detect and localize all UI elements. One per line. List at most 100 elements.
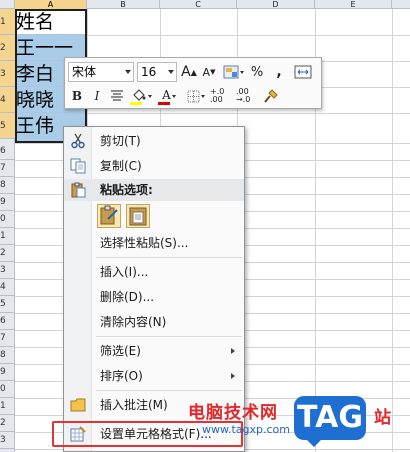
- column-headers: A B C D E: [15, 0, 410, 9]
- watermark: 电脑技术网 www.tagxp.com TAG 站: [188, 395, 410, 452]
- menu-item-cut[interactable]: 剪切(T): [64, 130, 244, 152]
- row-header-3[interactable]: 3: [0, 61, 15, 87]
- font-color-button[interactable]: A: [156, 86, 182, 106]
- increase-decimal-icon: +.0 .00: [210, 87, 225, 104]
- row-header-23[interactable]: 3: [0, 432, 15, 449]
- menu-item-copy[interactable]: 复制(C): [64, 155, 244, 177]
- paste-option-values[interactable]: [126, 204, 150, 228]
- watermark-tag-logo: TAG: [294, 396, 366, 447]
- menu-item-delete[interactable]: 删除(D)...: [64, 286, 244, 308]
- comma-style-button[interactable]: ,: [268, 62, 290, 82]
- font-size-combo[interactable]: 16: [137, 62, 177, 82]
- borders-button[interactable]: [184, 86, 208, 106]
- submenu-arrow-icon: [231, 373, 235, 379]
- watermark-text: 电脑技术网: [188, 403, 278, 423]
- column-header-b[interactable]: B: [87, 0, 160, 9]
- merge-cells-icon: [294, 65, 312, 79]
- menu-item-paste-special[interactable]: 选择性粘贴(S)...: [64, 232, 244, 254]
- mini-toolbar-row-1: 宋体 16 A ▲ A ▼ % ,: [68, 61, 316, 83]
- row-headers: 1 2 3 4 5 6 7 8 9 0 1 2 3 4 5 6 7 8 9 0 …: [0, 9, 15, 452]
- menu-item-label: 插入(I)...: [100, 265, 149, 279]
- select-all-corner[interactable]: [0, 0, 15, 9]
- column-header-a[interactable]: A: [15, 0, 87, 9]
- percent-style-button[interactable]: %: [248, 62, 266, 82]
- column-header-e[interactable]: E: [315, 0, 392, 9]
- font-size-value: 16: [141, 65, 157, 79]
- bold-button[interactable]: B: [68, 86, 86, 106]
- row-header-18[interactable]: 8: [0, 347, 15, 364]
- scissors-icon: [71, 133, 85, 149]
- caret-up-icon: ▲: [190, 67, 197, 77]
- row-header-22[interactable]: 2: [0, 415, 15, 432]
- align-center-button[interactable]: [108, 86, 126, 106]
- menu-item-label: 筛选(E): [100, 344, 141, 358]
- align-center-icon: [111, 90, 123, 101]
- font-color-swatch: [158, 102, 170, 105]
- paint-bucket-icon: [132, 89, 145, 101]
- menu-item-label: 删除(D)...: [100, 290, 155, 304]
- chevron-down-icon: [125, 70, 131, 74]
- cell-style-button[interactable]: [220, 62, 246, 82]
- menu-item-label: 复制(C): [100, 159, 142, 173]
- italic-button[interactable]: I: [88, 86, 106, 106]
- menu-separator: [96, 336, 242, 337]
- row-header-5[interactable]: 5: [0, 113, 15, 139]
- chevron-down-icon: [168, 70, 174, 74]
- row-header-17[interactable]: 7: [0, 330, 15, 347]
- decrease-decimal-icon: .00 →.0: [236, 87, 251, 104]
- menu-separator: [96, 390, 242, 391]
- paste-keep-format-icon: [100, 205, 118, 225]
- menu-item-insert[interactable]: 插入(I)...: [64, 261, 244, 283]
- row-header-8[interactable]: 8: [0, 177, 15, 194]
- mini-toolbar-row-2: B I A +.0 .00 .00 →.0: [68, 85, 282, 107]
- grow-font-button[interactable]: A ▲: [180, 62, 198, 82]
- row-header-1[interactable]: 1: [0, 9, 15, 35]
- shrink-font-button[interactable]: A ▼: [200, 62, 218, 82]
- row-header-19[interactable]: 9: [0, 364, 15, 381]
- row-header-2[interactable]: 2: [0, 35, 15, 61]
- chevron-down-icon: [147, 94, 152, 98]
- decrease-decimal-button[interactable]: .00 →.0: [236, 86, 260, 106]
- menu-item-label: 剪切(T): [100, 134, 141, 148]
- chevron-down-icon: [171, 94, 176, 98]
- column-header-c[interactable]: C: [160, 0, 237, 9]
- column-header-d[interactable]: D: [237, 0, 315, 9]
- merge-center-button[interactable]: [292, 62, 314, 82]
- row-header-14[interactable]: 4: [0, 279, 15, 296]
- chevron-down-icon: [201, 94, 205, 98]
- menu-item-sort[interactable]: 排序(O): [64, 365, 244, 387]
- mini-toolbar: 宋体 16 A ▲ A ▼ % , B I A +.0 .00 .00 →.0: [64, 57, 322, 109]
- row-header-7[interactable]: 7: [0, 160, 15, 177]
- submenu-arrow-icon: [231, 348, 235, 354]
- font-color-icon: A: [162, 87, 171, 102]
- row-header-12[interactable]: 2: [0, 245, 15, 262]
- format-painter-button[interactable]: [262, 86, 280, 106]
- row-header-9[interactable]: 9: [0, 194, 15, 211]
- menu-item-filter[interactable]: 筛选(E): [64, 340, 244, 362]
- row-header-11[interactable]: 1: [0, 228, 15, 245]
- menu-item-label: 排序(O): [100, 369, 143, 383]
- row-header-13[interactable]: 3: [0, 262, 15, 279]
- fill-color-button[interactable]: [128, 86, 154, 106]
- menu-item-clear-contents[interactable]: 清除内容(N): [64, 311, 244, 333]
- menu-separator: [96, 257, 242, 258]
- cell-a1[interactable]: 姓名: [15, 9, 86, 35]
- paste-icon: [71, 182, 86, 198]
- row-header-10[interactable]: 0: [0, 211, 15, 228]
- caret-down-icon: ▼: [210, 68, 216, 76]
- fill-color-swatch: [130, 102, 142, 105]
- paste-option-keep-source[interactable]: [97, 204, 121, 228]
- row-header-21[interactable]: 1: [0, 398, 15, 415]
- row-header-4[interactable]: 4: [0, 87, 15, 113]
- row-header-15[interactable]: 5: [0, 296, 15, 313]
- row-header-6[interactable]: 6: [0, 143, 15, 160]
- watermark-suffix: 站: [374, 408, 391, 428]
- increase-decimal-button[interactable]: +.0 .00: [210, 86, 234, 106]
- row-header-20[interactable]: 0: [0, 381, 15, 398]
- borders-icon: [187, 90, 200, 102]
- watermark-url: www.tagxp.com: [202, 423, 290, 436]
- menu-item-label: 插入批注(M): [100, 398, 168, 412]
- row-header-16[interactable]: 6: [0, 313, 15, 330]
- comment-folder-icon: [70, 398, 86, 412]
- font-name-combo[interactable]: 宋体: [68, 62, 134, 82]
